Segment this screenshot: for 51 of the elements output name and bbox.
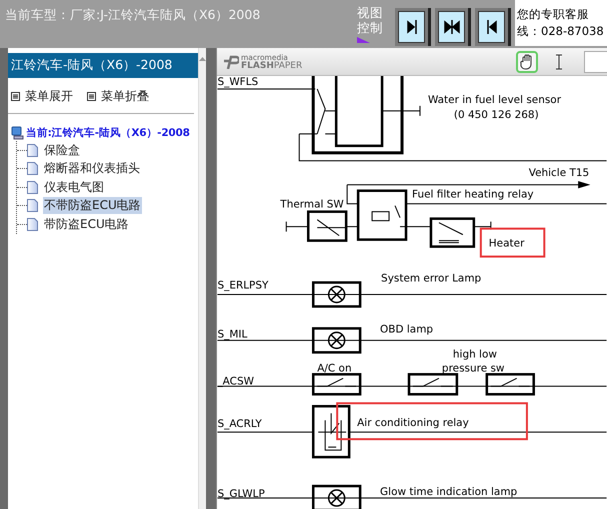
component-label: OBD lamp xyxy=(380,323,434,336)
tree-root-label[interactable]: 当前:江铃汽车-陆风（X6）-2008 xyxy=(26,126,190,140)
view-control-label: 视图控制 xyxy=(357,5,383,35)
collapse-menu-button[interactable]: 菜单折叠 xyxy=(87,88,149,105)
view-mode-button[interactable] xyxy=(475,8,511,46)
menu-icon xyxy=(11,92,20,101)
tree-item[interactable]: 不带防盗ECU电路 xyxy=(43,197,142,214)
document-icon xyxy=(27,180,38,194)
text-cursor-icon xyxy=(555,54,563,70)
current-model-title: 当前车型：厂家:J-江铃汽车陆风（X6）2008 xyxy=(4,6,262,24)
component-label: (0 450 126 268) xyxy=(454,108,539,121)
signal-label: S_ERLPSY xyxy=(217,280,268,292)
expand-menu-button[interactable]: 菜单展开 xyxy=(11,88,73,105)
signal-label: S_WFLS xyxy=(217,76,258,88)
tree-item[interactable]: 熔断器和仪表插头 xyxy=(43,160,141,178)
hand-tool-button[interactable] xyxy=(516,50,538,72)
document-icon xyxy=(27,218,38,231)
document-icon xyxy=(27,199,38,212)
signal-label: S_MIL xyxy=(217,328,248,340)
component-label: Glow time indication lamp xyxy=(380,486,518,498)
component-label: Vehicle T15 xyxy=(528,166,590,179)
corner-triangle-icon xyxy=(357,37,370,43)
document-icon xyxy=(27,162,38,176)
highlighted-label: Air conditioning relay xyxy=(336,402,528,440)
tree-item[interactable]: 保险盒 xyxy=(43,142,81,159)
document-icon xyxy=(27,144,38,157)
component-label: Fuel filter heating relay xyxy=(412,188,534,201)
component-label: System error Lamp xyxy=(381,272,482,285)
hand-icon xyxy=(520,54,534,70)
computer-icon xyxy=(11,126,24,140)
component-label: pressure sw xyxy=(442,362,504,374)
component-label: Thermal SW xyxy=(280,198,344,211)
sidebar-title: 江铃汽车-陆风（X6）-2008 xyxy=(8,53,198,78)
logo-icon xyxy=(223,54,239,68)
component-label: Water in fuel level sensor xyxy=(428,94,562,106)
signal-label: S_ACRLY xyxy=(217,418,262,430)
phone-number: 线：028-87038 xyxy=(517,23,605,40)
signal-label: _ACSW xyxy=(217,375,254,388)
service-text: 您的专职客服 xyxy=(517,7,589,21)
scroll-up-icon[interactable] xyxy=(199,57,206,61)
tree-item[interactable]: 仪表电气图 xyxy=(43,178,105,196)
view-mode-button[interactable] xyxy=(395,8,431,46)
highlighted-label: Heater xyxy=(480,228,546,258)
tree-item[interactable]: 带防盗ECU电路 xyxy=(43,216,130,233)
component-label: high low xyxy=(452,348,497,360)
signal-label: S_GLWLP xyxy=(217,488,265,500)
menu-icon xyxy=(87,92,96,101)
component-label: A/C on xyxy=(317,362,352,374)
view-mode-button[interactable] xyxy=(435,8,471,46)
arrows-inward-icon xyxy=(442,18,460,36)
page-field[interactable] xyxy=(584,50,607,72)
